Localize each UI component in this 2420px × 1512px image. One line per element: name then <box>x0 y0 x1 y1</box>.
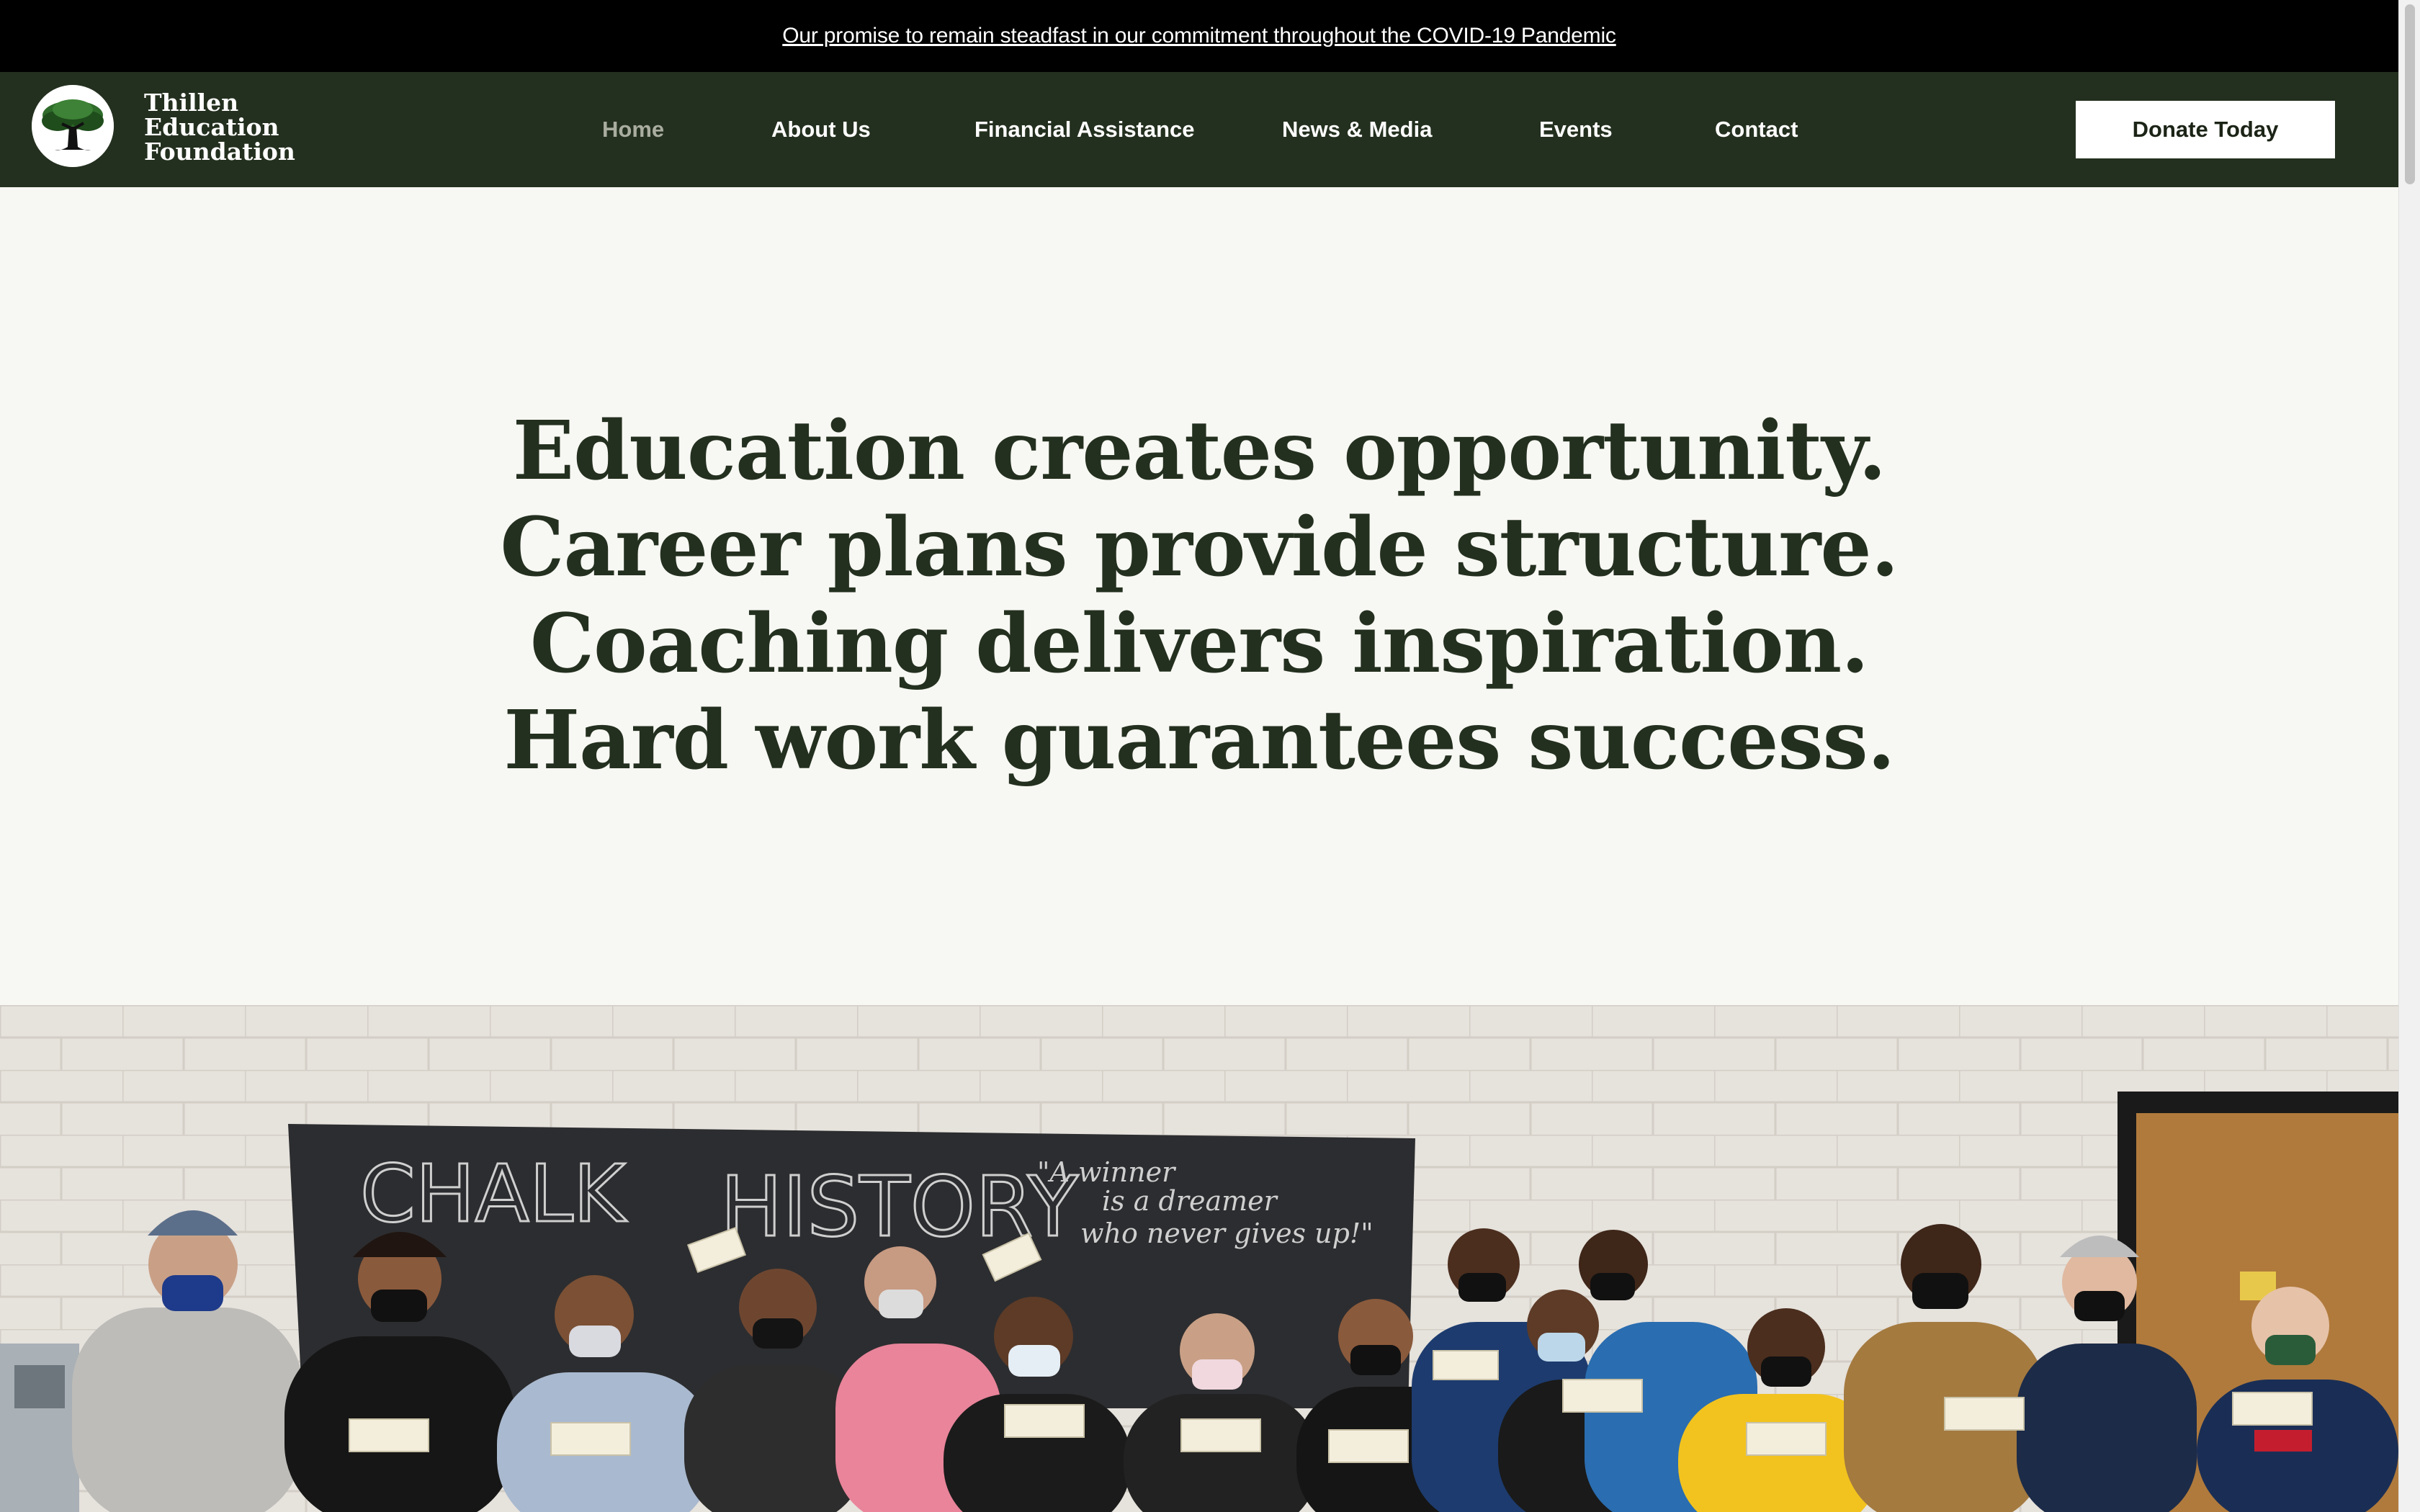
brand-name[interactable]: Thillen Education Foundation <box>144 91 295 164</box>
announcement-bar: Our promise to remain steadfast in our c… <box>0 0 2398 72</box>
nav-contact[interactable]: Contact <box>1715 114 1798 145</box>
chalk-word-1: CHALK <box>360 1148 627 1240</box>
brand-line-2: Education <box>144 113 279 141</box>
announcement-link[interactable]: Our promise to remain steadfast in our c… <box>782 24 1616 48</box>
nav-home[interactable]: Home <box>602 114 664 145</box>
scrollbar-thumb[interactable] <box>2405 4 2415 184</box>
group-photo-illustration: CHALK HISTORY "A winner is a dreamer who… <box>0 1005 2398 1512</box>
donate-button[interactable]: Donate Today <box>2076 101 2335 158</box>
site-header: Thillen Education Foundation Home About … <box>0 72 2398 187</box>
tagline-line-1: Education creates opportunity. <box>512 404 1886 498</box>
page-scrollbar[interactable] <box>2398 0 2420 1512</box>
nav-about-us[interactable]: About Us <box>771 114 871 145</box>
tagline-line-3: Coaching delivers inspiration. <box>529 597 1869 691</box>
brand-line-3: Foundation <box>144 138 295 166</box>
brand-line-1: Thillen <box>144 89 239 117</box>
chalk-quote-2: is a dreamer <box>1102 1185 1279 1217</box>
chalk-quote-1: "A winner <box>1037 1156 1177 1188</box>
nav-financial-assistance[interactable]: Financial Assistance <box>974 114 1195 145</box>
hero-tagline: Education creates opportunity. Career pl… <box>0 403 2398 789</box>
tagline-line-2: Career plans provide structure. <box>500 500 1899 595</box>
nav-events[interactable]: Events <box>1539 114 1613 145</box>
nav-news-media[interactable]: News & Media <box>1282 114 1432 145</box>
group-photo: CHALK HISTORY "A winner is a dreamer who… <box>0 1005 2398 1512</box>
hero-section: Education creates opportunity. Career pl… <box>0 187 2398 1005</box>
chalk-quote-3: who never gives up!" <box>1080 1218 1373 1249</box>
tree-logo-icon[interactable] <box>32 85 114 167</box>
tagline-line-4: Hard work guarantees success. <box>503 693 1895 788</box>
